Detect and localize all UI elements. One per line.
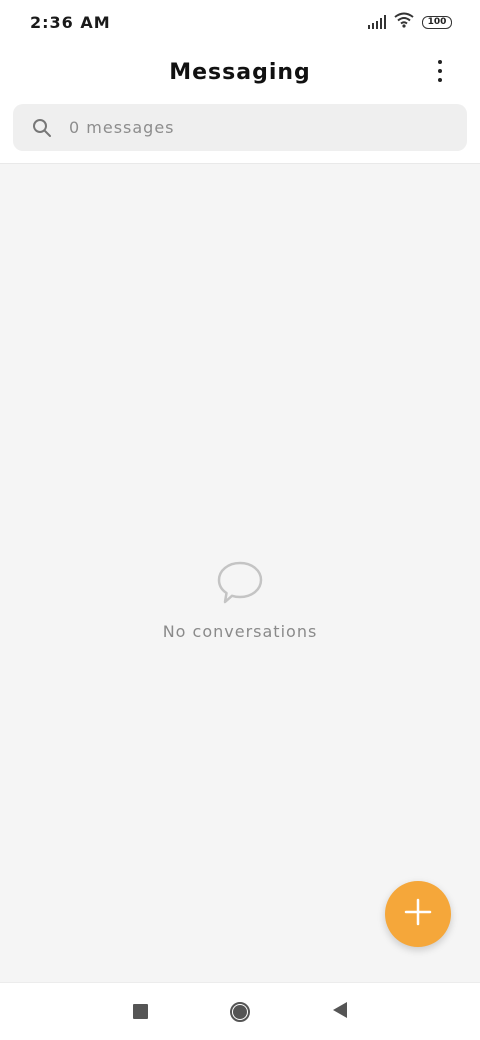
new-conversation-button[interactable] xyxy=(385,881,451,947)
signal-icon xyxy=(368,15,386,29)
empty-state: No conversations xyxy=(0,560,480,641)
recents-icon xyxy=(132,1004,148,1019)
home-icon xyxy=(230,1001,250,1022)
back-icon xyxy=(332,1001,348,1023)
chat-bubble-icon xyxy=(216,560,264,610)
page-title: Messaging xyxy=(169,59,311,85)
recents-button[interactable] xyxy=(125,997,155,1027)
more-options-button[interactable] xyxy=(428,58,452,84)
status-bar: 2:36 AM 100 xyxy=(0,0,480,44)
status-time: 2:36 AM xyxy=(30,12,111,32)
search-placeholder: 0 messages xyxy=(69,118,175,137)
search-bar[interactable]: 0 messages xyxy=(13,104,467,151)
wifi-icon xyxy=(394,12,414,32)
messaging-screen: 2:36 AM 100 Messaging 0 messages No conv… xyxy=(0,0,480,1040)
search-icon xyxy=(31,117,53,139)
empty-state-text: No conversations xyxy=(162,622,318,641)
battery-icon: 100 xyxy=(422,15,452,29)
plus-icon xyxy=(404,898,432,930)
home-button[interactable] xyxy=(225,997,255,1027)
more-vert-icon xyxy=(438,60,442,64)
system-nav-bar xyxy=(0,982,480,1040)
status-icons: 100 xyxy=(368,12,452,32)
conversation-list: No conversations xyxy=(0,164,480,982)
app-header: Messaging xyxy=(0,44,480,100)
back-button[interactable] xyxy=(325,997,355,1027)
